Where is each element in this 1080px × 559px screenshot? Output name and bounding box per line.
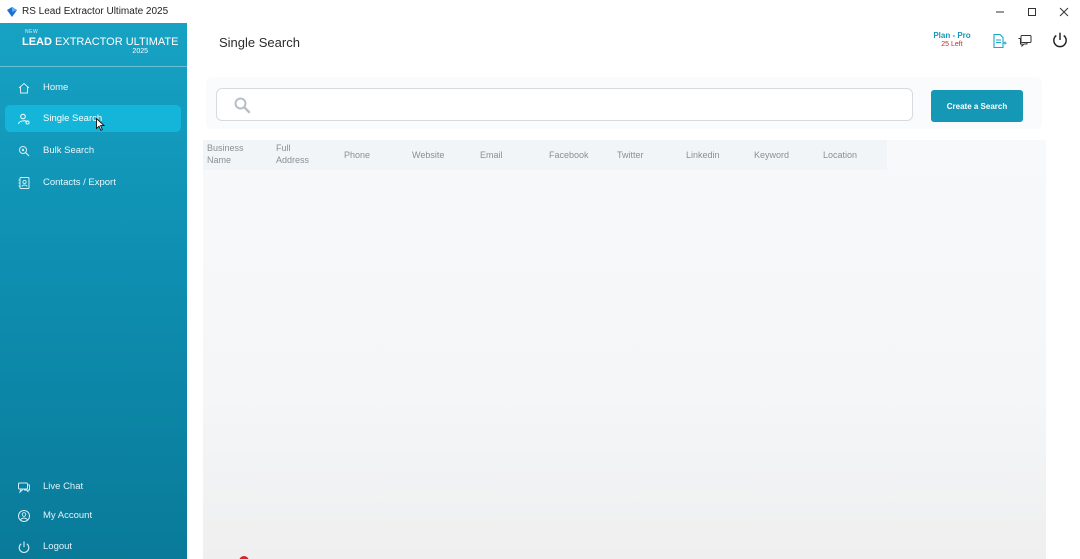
column-header-line: Address: [276, 155, 310, 165]
column-header-linkedin[interactable]: Linkedin: [686, 149, 720, 161]
logo-rest: EXTRACTOR ULTIMATE: [55, 36, 179, 48]
column-header-twitter[interactable]: Twitter: [617, 149, 644, 161]
logo-text: LEAD EXTRACTOR ULTIMATE: [22, 36, 178, 48]
window-title: RS Lead Extractor Ultimate 2025: [22, 6, 169, 17]
close-button[interactable]: [1048, 0, 1080, 23]
column-header-email[interactable]: Email: [480, 149, 503, 161]
logo-year: 2025: [132, 48, 148, 55]
minimize-button[interactable]: [984, 0, 1016, 23]
sidebar-item-label: Contacts / Export: [43, 177, 116, 188]
column-header-line: Name: [207, 155, 232, 165]
logo-lead: LEAD: [22, 36, 52, 48]
account-icon: [17, 509, 31, 523]
minimize-icon: [996, 11, 1004, 12]
column-header-website[interactable]: Website: [412, 149, 444, 161]
sidebar-item-contacts-export[interactable]: Contacts / Export: [5, 169, 181, 196]
plan-badge: Plan - Pro 25 Left: [930, 31, 974, 48]
sidebar-item-label: Single Search: [43, 113, 103, 124]
document-add-icon[interactable]: [991, 33, 1007, 49]
sidebar-item-bulk-search[interactable]: Bulk Search: [5, 137, 181, 164]
power-icon: [17, 540, 31, 554]
results-table: Business Name Full Address Phone Website E…: [203, 140, 1046, 559]
sidebar-item-label: Live Chat: [43, 481, 84, 492]
page-title: Single Search: [219, 35, 300, 50]
column-header-line: Business: [207, 143, 244, 153]
sidebar-item-my-account[interactable]: My Account: [5, 502, 181, 529]
sidebar-item-single-search[interactable]: Single Search: [5, 105, 181, 132]
column-header-business-name[interactable]: Business Name: [207, 142, 244, 166]
create-search-button[interactable]: Create a Search: [931, 90, 1023, 122]
chat-icon: [17, 480, 31, 494]
user-search-icon: [17, 112, 31, 126]
title-bar: RS Lead Extractor Ultimate 2025: [0, 0, 1080, 23]
search-box[interactable]: [216, 88, 913, 121]
search-icon: [233, 96, 251, 114]
sidebar-item-label: Logout: [43, 541, 73, 552]
sidebar-item-label: Bulk Search: [43, 145, 95, 156]
sidebar-item-logout[interactable]: Logout: [5, 533, 181, 559]
contacts-icon: [17, 176, 31, 190]
maximize-icon: [1028, 7, 1036, 16]
search-input[interactable]: [263, 95, 903, 115]
app-logo-icon: [6, 6, 18, 18]
maximize-button[interactable]: [1016, 0, 1048, 23]
sidebar-item-label: Home: [43, 82, 69, 93]
sidebar-item-home[interactable]: Home: [5, 74, 181, 101]
sidebar-item-label: My Account: [43, 510, 93, 521]
plan-remaining: 25 Left: [941, 41, 963, 48]
column-header-facebook[interactable]: Facebook: [549, 149, 589, 161]
home-icon: [17, 81, 31, 95]
sidebar: NEW LEAD EXTRACTOR ULTIMATE 2025 Home Si…: [0, 23, 187, 559]
sidebar-item-live-chat[interactable]: Live Chat: [5, 473, 181, 500]
close-icon: [1059, 7, 1069, 16]
logo-new-tag: NEW: [25, 29, 39, 35]
column-header-phone[interactable]: Phone: [344, 149, 370, 161]
chat-icon[interactable]: [1017, 33, 1033, 49]
bulk-search-icon: [17, 144, 31, 158]
sidebar-divider: [0, 66, 187, 67]
table-header: Business Name Full Address Phone Website E…: [203, 140, 887, 170]
mouse-cursor-icon: [96, 118, 105, 131]
app-logo: NEW LEAD EXTRACTOR ULTIMATE 2025: [22, 29, 178, 63]
column-header-line: Full: [276, 143, 291, 153]
content-corner: [187, 23, 203, 39]
column-header-location[interactable]: Location: [823, 149, 857, 161]
column-header-keyword[interactable]: Keyword: [754, 149, 789, 161]
column-header-full-address[interactable]: Full Address: [276, 142, 309, 166]
power-icon[interactable]: [1051, 31, 1069, 49]
plan-name: Plan - Pro: [933, 31, 971, 40]
